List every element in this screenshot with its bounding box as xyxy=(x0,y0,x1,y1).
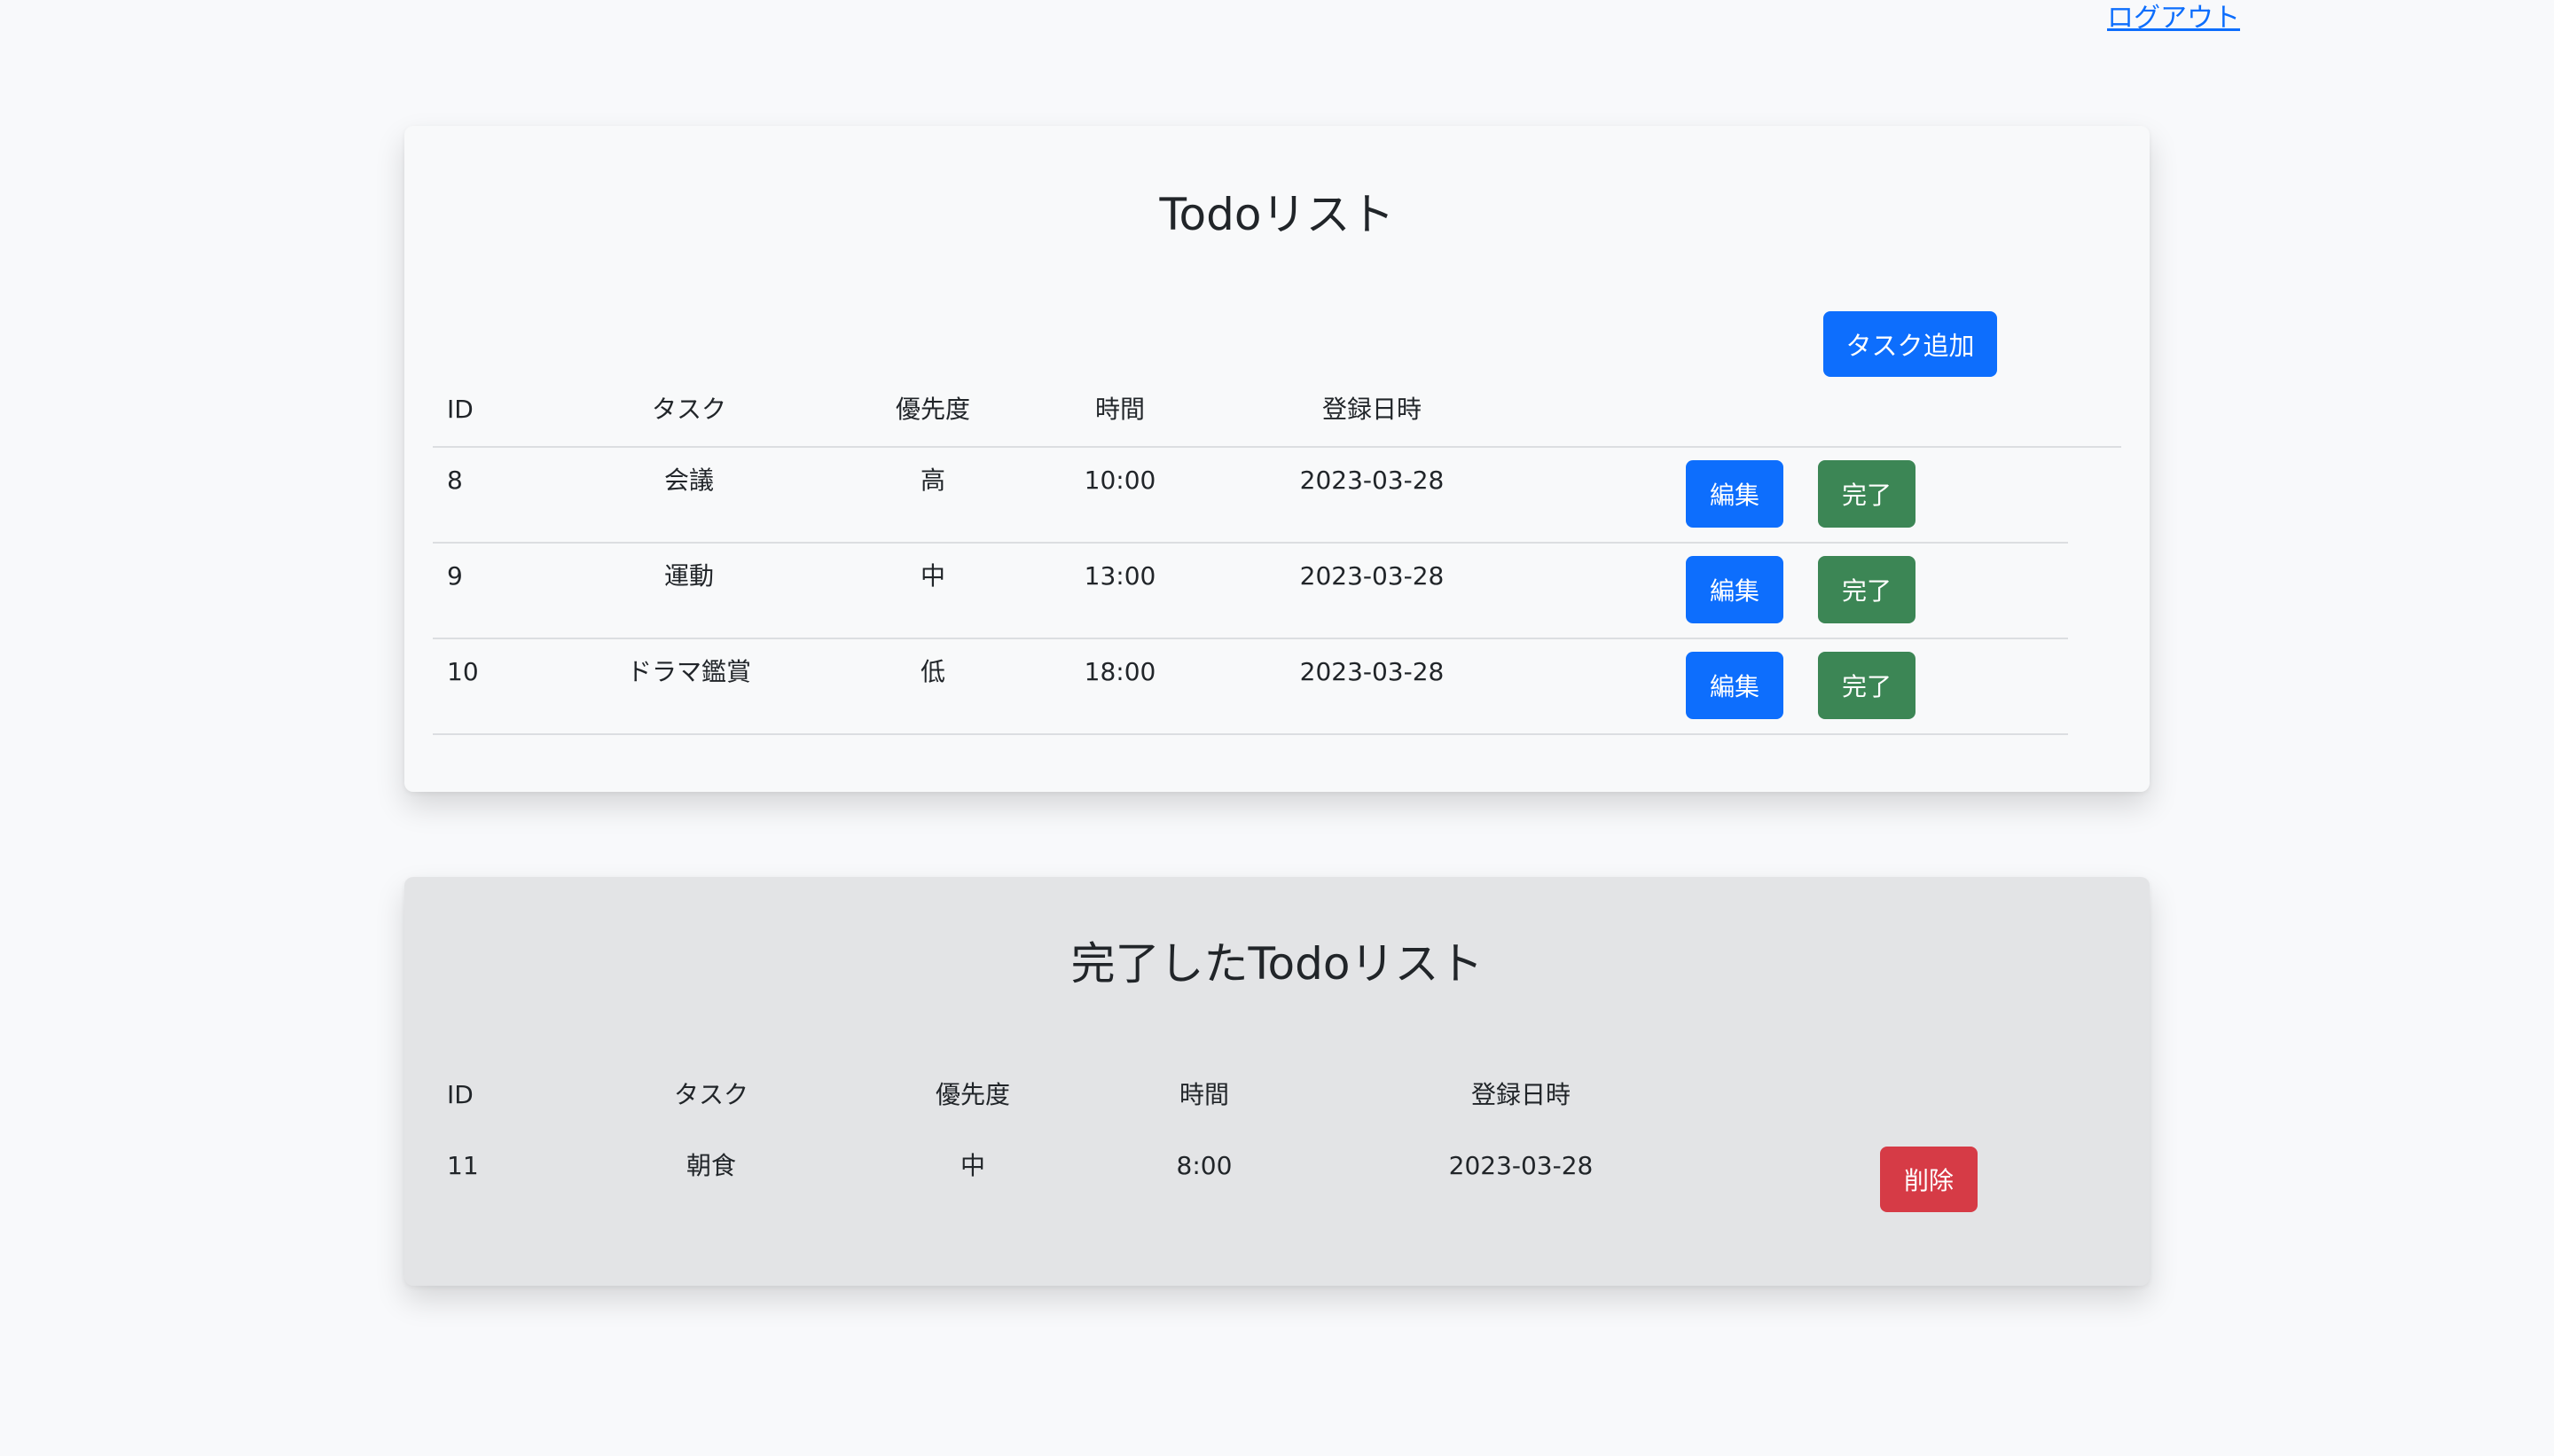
row-task: 朝食 xyxy=(686,1151,737,1180)
row-divider xyxy=(433,638,2068,639)
row-date: 2023-03-28 xyxy=(1299,466,1445,495)
row-time: 8:00 xyxy=(1176,1151,1233,1180)
edit-button[interactable]: 編集 xyxy=(1686,652,1783,719)
complete-button[interactable]: 完了 xyxy=(1818,556,1916,623)
row-divider xyxy=(433,733,2068,735)
row-priority: 高 xyxy=(920,466,946,495)
delete-button[interactable]: 削除 xyxy=(1880,1147,1978,1212)
row-time: 18:00 xyxy=(1084,657,1156,686)
column-header-task: タスク xyxy=(651,395,727,424)
completed-list-card: 完了したTodoリスト ID タスク 優先度 時間 登録日時 11 朝食 中 8… xyxy=(404,877,2150,1286)
row-task: ドラマ鑑賞 xyxy=(626,657,752,686)
row-id: 11 xyxy=(447,1151,479,1180)
column-header-time: 時間 xyxy=(1179,1080,1230,1109)
row-priority: 低 xyxy=(920,657,946,686)
complete-button[interactable]: 完了 xyxy=(1818,460,1916,528)
row-priority: 中 xyxy=(960,1151,986,1180)
todo-list-card: Todoリスト タスク追加 ID タスク 優先度 時間 登録日時 8 会議 高 … xyxy=(404,126,2150,792)
table-header-divider xyxy=(433,446,2121,448)
add-task-button[interactable]: タスク追加 xyxy=(1823,311,1997,377)
row-date: 2023-03-28 xyxy=(1299,561,1445,591)
row-task: 運動 xyxy=(663,561,715,591)
row-divider xyxy=(433,542,2068,544)
todo-list-title: Todoリスト xyxy=(1159,189,1395,240)
row-priority: 中 xyxy=(920,561,946,591)
column-header-date: 登録日時 xyxy=(1470,1080,1571,1109)
column-header-id: ID xyxy=(447,1080,474,1109)
row-time: 13:00 xyxy=(1084,561,1156,591)
row-id: 9 xyxy=(447,561,463,591)
edit-button[interactable]: 編集 xyxy=(1686,460,1783,528)
row-time: 10:00 xyxy=(1084,466,1156,495)
row-task: 会議 xyxy=(663,466,715,495)
row-id: 10 xyxy=(447,657,479,686)
row-date: 2023-03-28 xyxy=(1448,1151,1594,1180)
column-header-date: 登録日時 xyxy=(1321,395,1422,424)
column-header-time: 時間 xyxy=(1094,395,1146,424)
row-date: 2023-03-28 xyxy=(1299,657,1445,686)
column-header-priority: 優先度 xyxy=(935,1080,1011,1109)
row-id: 8 xyxy=(447,466,463,495)
complete-button[interactable]: 完了 xyxy=(1818,652,1916,719)
logout-link[interactable]: ログアウト xyxy=(2107,0,2240,37)
column-header-task: タスク xyxy=(673,1080,749,1109)
column-header-id: ID xyxy=(447,395,474,424)
completed-list-title: 完了したTodoリスト xyxy=(1070,938,1484,990)
column-header-priority: 優先度 xyxy=(895,395,971,424)
edit-button[interactable]: 編集 xyxy=(1686,556,1783,623)
